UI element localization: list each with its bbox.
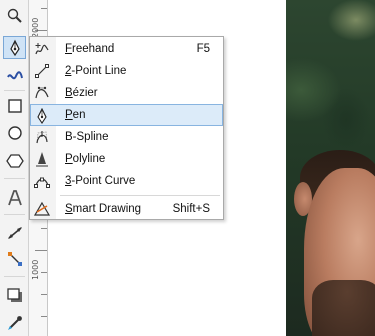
connector-icon (7, 251, 22, 266)
dimension-tool-button[interactable] (3, 221, 26, 244)
pen-nib-icon (9, 39, 20, 56)
zoom-tool-button[interactable] (3, 4, 26, 27)
placed-photo[interactable] (286, 0, 375, 336)
text-a-icon (7, 189, 22, 205)
eyedropper-icon (7, 315, 22, 330)
smart-fill-tool-button[interactable] (3, 64, 26, 87)
ruler-label: 1000 (31, 259, 40, 280)
text-tool-button[interactable] (3, 186, 26, 209)
bezier-icon (33, 84, 51, 102)
menu-item-shortcut: F5 (196, 43, 210, 55)
dimension-icon (7, 226, 22, 239)
polygon-tool-button[interactable] (3, 149, 26, 172)
menu-item-label: 2-Point Line (65, 65, 127, 77)
menu-item-label: Bézier (65, 87, 98, 99)
drop-shadow-icon (6, 287, 22, 302)
two-point-line-icon (33, 62, 51, 80)
ellipse-icon (7, 125, 22, 140)
polyline-icon (33, 150, 51, 168)
menu-item-freehand[interactable]: Freehand F5 (31, 38, 222, 60)
toolbox (0, 0, 29, 336)
connector-tool-button[interactable] (3, 247, 26, 270)
rectangle-tool-button[interactable] (3, 94, 26, 117)
drop-shadow-tool-button[interactable] (3, 284, 26, 307)
menu-item-label: 3-Point Curve (65, 175, 136, 187)
ruler-label: 2000 (31, 17, 40, 38)
squiggle-icon (6, 70, 23, 79)
b-spline-icon (33, 128, 51, 146)
menu-item-two-point-line[interactable]: 2-Point Line (31, 60, 222, 82)
curve-tools-flyout: Freehand F5 2-Point Line Bézier Pen B-Sp… (29, 36, 224, 220)
freehand-icon (33, 40, 51, 58)
freehand-pen-tool-button[interactable] (3, 36, 26, 59)
menu-separator (60, 195, 220, 196)
menu-item-b-spline[interactable]: B-Spline (31, 126, 222, 148)
rectangle-icon (7, 98, 22, 113)
three-point-curve-icon (33, 172, 51, 190)
menu-item-pen[interactable]: Pen (30, 104, 223, 126)
menu-item-label: Smart Drawing (65, 203, 142, 215)
menu-item-shortcut: Shift+S (172, 203, 210, 215)
hexagon-icon (5, 153, 24, 168)
menu-item-label: B-Spline (65, 131, 109, 143)
eyedropper-tool-button[interactable] (3, 311, 26, 334)
menu-item-smart-drawing[interactable]: Smart Drawing Shift+S (31, 198, 222, 220)
menu-item-label: Polyline (65, 153, 106, 165)
pen-icon (33, 107, 51, 125)
menu-item-bezier[interactable]: Bézier (31, 82, 222, 104)
smart-drawing-icon (33, 200, 51, 218)
menu-item-three-point-curve[interactable]: 3-Point Curve (31, 170, 222, 192)
ellipse-tool-button[interactable] (3, 121, 26, 144)
menu-item-label: Pen (65, 109, 86, 121)
menu-item-label: Freehand (65, 43, 115, 55)
menu-item-polyline[interactable]: Polyline (31, 148, 222, 170)
zoom-icon (7, 8, 22, 23)
